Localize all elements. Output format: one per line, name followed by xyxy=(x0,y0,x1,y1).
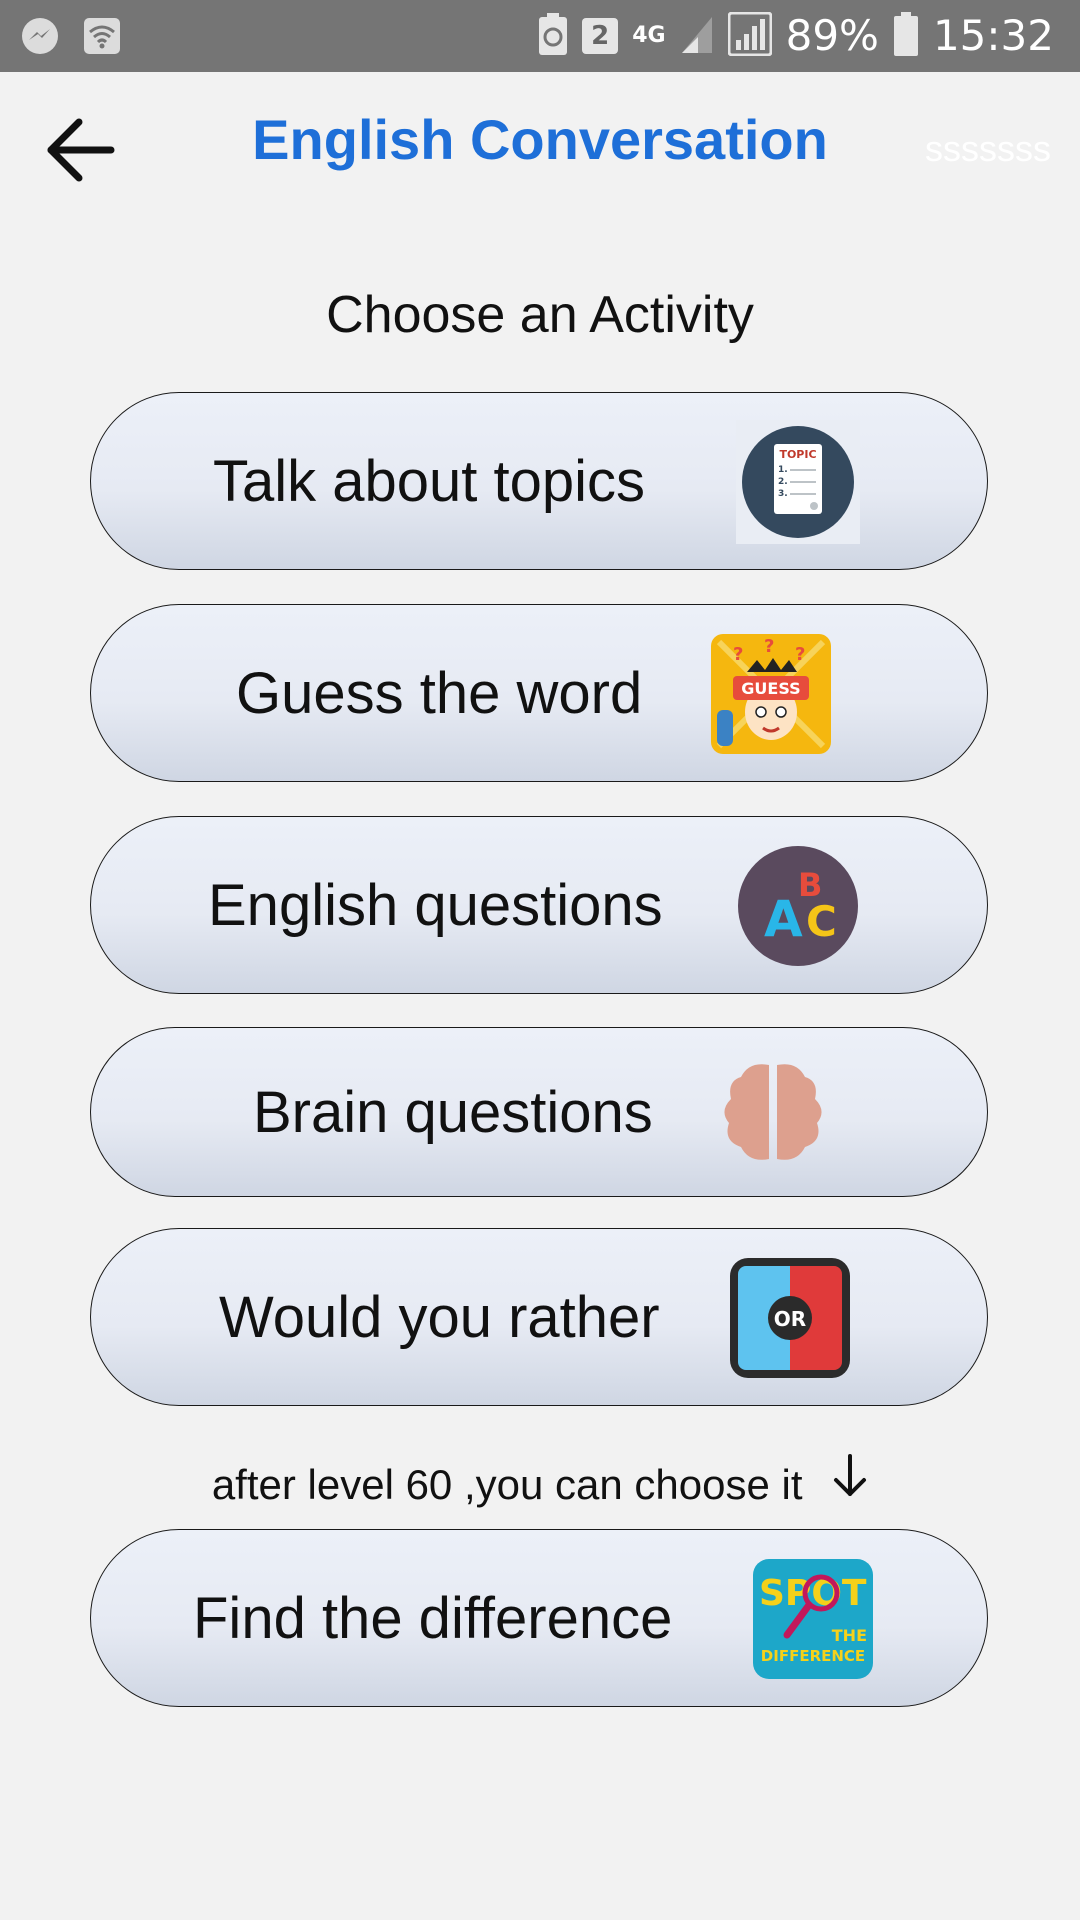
svg-text:3.: 3. xyxy=(778,489,788,499)
abc-icon: A B C xyxy=(736,844,860,968)
messenger-icon xyxy=(20,16,60,61)
activity-label: Talk about topics xyxy=(213,449,646,514)
sim-badge: 2 xyxy=(582,18,619,54)
activity-label: Brain questions xyxy=(253,1080,653,1145)
status-bar: 2 4G 89% 15:32 xyxy=(0,0,1080,72)
signal-icon xyxy=(680,13,714,60)
svg-text:?: ? xyxy=(733,644,743,665)
status-right: 2 4G 89% 15:32 xyxy=(538,8,1054,64)
svg-text:1.: 1. xyxy=(778,465,788,475)
svg-text:THE: THE xyxy=(832,1626,867,1645)
activity-label: Find the difference xyxy=(193,1586,673,1651)
battery-percent: 89% xyxy=(785,11,879,60)
svg-text:OR: OR xyxy=(774,1307,806,1331)
or-icon: OR xyxy=(728,1256,852,1380)
svg-text:?: ? xyxy=(795,644,805,665)
wifi-icon xyxy=(82,16,122,61)
activity-label: English questions xyxy=(208,873,663,938)
signal-icon-2 xyxy=(727,11,773,61)
screen: 2 4G 89% 15:32 English Conversation ssss… xyxy=(0,0,1080,1920)
guess-icon: ? ? ? GUESS xyxy=(709,632,833,756)
subtitle: Choose an Activity xyxy=(326,286,754,344)
level-note: after level 60 ,you can choose it xyxy=(0,1453,1080,1515)
svg-text:?: ? xyxy=(764,636,774,657)
activity-label: Guess the word xyxy=(236,661,643,726)
activity-talk-about-topics[interactable]: Talk about topics TOPIC 1. 2. 3. xyxy=(90,392,988,570)
svg-text:GUESS: GUESS xyxy=(741,679,800,698)
menu-hint[interactable]: sssssss xyxy=(925,128,1080,170)
activity-english-questions[interactable]: English questions A B C xyxy=(90,816,988,994)
brain-icon xyxy=(711,1051,835,1175)
svg-text:C: C xyxy=(806,897,837,946)
topic-icon: TOPIC 1. 2. 3. xyxy=(736,420,860,544)
svg-text:2.: 2. xyxy=(778,477,788,487)
spot-the-difference-icon: SPOT THE DIFFERENCE xyxy=(751,1557,875,1681)
clock: 15:32 xyxy=(932,11,1054,60)
activity-label: Would you rather xyxy=(219,1285,660,1350)
battery-icon xyxy=(893,11,919,61)
network-type: 4G xyxy=(632,23,666,48)
arrow-down-icon xyxy=(832,1453,868,1514)
svg-text:TOPIC: TOPIC xyxy=(779,448,816,461)
level-note-text: after level 60 ,you can choose it xyxy=(211,1461,803,1508)
activity-would-you-rather[interactable]: Would you rather OR xyxy=(90,1228,988,1406)
page-title: English Conversation xyxy=(252,108,828,171)
recycle-battery-icon xyxy=(538,12,568,60)
activity-guess-the-word[interactable]: Guess the word ? ? ? GUESS xyxy=(90,604,988,782)
status-left xyxy=(20,16,122,61)
activity-find-the-difference[interactable]: Find the difference SPOT THE DIFFERENCE xyxy=(90,1529,988,1707)
svg-text:DIFFERENCE: DIFFERENCE xyxy=(761,1647,865,1665)
activity-brain-questions[interactable]: Brain questions xyxy=(90,1027,988,1197)
